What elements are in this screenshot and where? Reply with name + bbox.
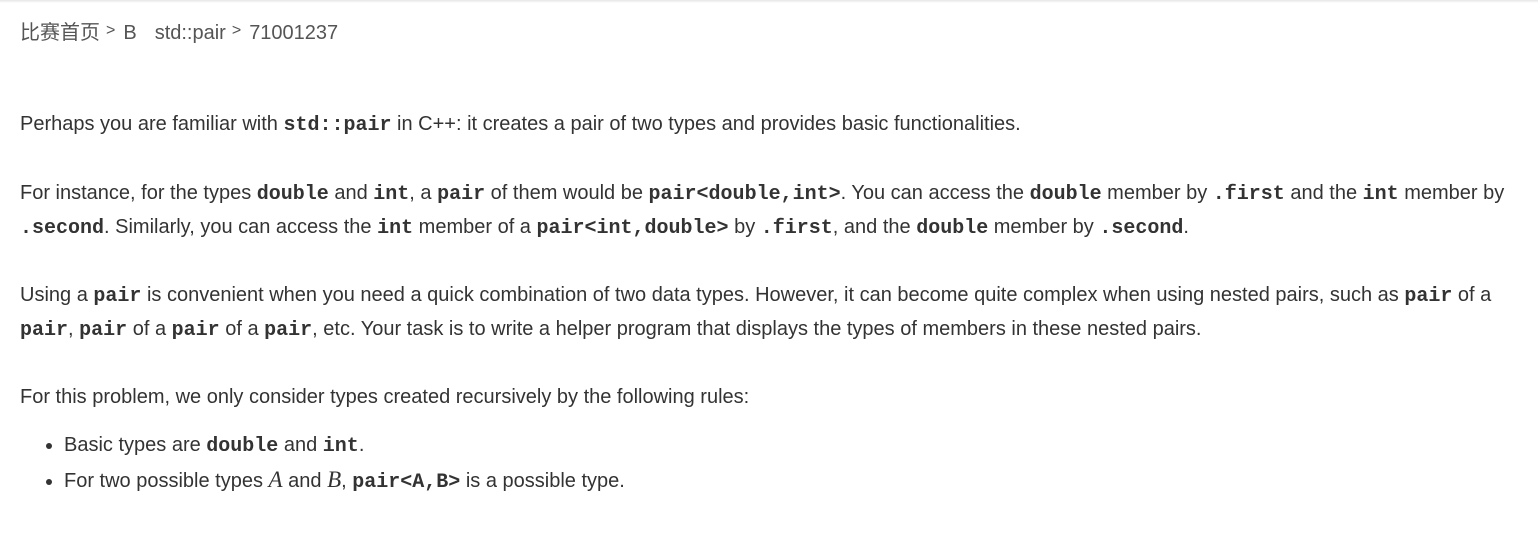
text: and [328, 182, 374, 204]
statement-paragraph-intro: Perhaps you are familiar with std::pair … [20, 108, 1510, 142]
text: . [358, 434, 365, 456]
breadcrumb-contest-home-link[interactable]: 比赛首页 [20, 16, 100, 45]
breadcrumb: 比赛首页 > Bstd::pair > 71001237 [20, 16, 338, 45]
text: Perhaps you are familiar with [20, 113, 284, 135]
text: and [278, 434, 323, 456]
text: . [1183, 216, 1189, 238]
statement-paragraph-instance: For instance, for the types double and i… [20, 177, 1510, 245]
math-variable-a: A [268, 467, 283, 492]
text: by [728, 216, 761, 238]
rule-item-pair-type: For two possible types A and B, pair<A,B… [64, 463, 1510, 499]
code-double: double [206, 435, 279, 458]
text: For instance, for the types [20, 182, 257, 204]
text: is convenient when you need a quick comb… [141, 284, 1405, 306]
breadcrumb-submission-id: 71001237 [249, 22, 339, 44]
rules-list: Basic types are double and int. For two … [20, 429, 1510, 499]
text: of a [1452, 284, 1492, 306]
code-int: int [377, 217, 414, 240]
code-second: .second [20, 217, 105, 240]
code-double: double [1029, 183, 1102, 206]
breadcrumb-separator: > [231, 22, 242, 39]
problem-letter: B [123, 22, 137, 44]
code-first: .first [1212, 183, 1285, 206]
problem-name: std::pair [154, 22, 226, 44]
code-pair: pair [79, 319, 128, 342]
text: , a [409, 182, 438, 204]
text: , etc. Your task is to write a helper pr… [312, 318, 1202, 340]
code-int: int [322, 435, 359, 458]
text: Basic types are [64, 434, 207, 456]
text: Using a [20, 284, 94, 306]
problem-statement: Perhaps you are familiar with std::pair … [20, 108, 1510, 499]
code-int: int [1362, 183, 1399, 206]
code-pair-a-b: pair<A,B> [352, 471, 461, 494]
text: and the [1284, 182, 1363, 204]
rule-item-basic-types: Basic types are double and int. [64, 429, 1510, 463]
text: , [341, 470, 353, 492]
text: member by [1101, 182, 1213, 204]
text: is a possible type. [460, 470, 625, 492]
statement-paragraph-nested: Using a pair is convenient when you need… [20, 279, 1510, 347]
text: and [282, 470, 328, 492]
text: , [68, 318, 80, 340]
code-pair: pair [171, 319, 220, 342]
code-pair: pair [437, 183, 486, 206]
top-shadow [0, 0, 1538, 3]
code-std-pair: std::pair [283, 114, 392, 137]
math-variable-b: B [327, 467, 342, 492]
code-pair-double-int: pair<double,int> [648, 183, 841, 206]
statement-paragraph-rules-intro: For this problem, we only consider types… [20, 386, 750, 408]
code-first: .first [760, 217, 833, 240]
code-second: .second [1099, 217, 1184, 240]
text: of them would be [485, 182, 649, 204]
code-int: int [373, 183, 410, 206]
text: member by [1398, 182, 1505, 204]
code-pair: pair [20, 319, 69, 342]
code-double: double [916, 217, 989, 240]
text: of a [127, 318, 172, 340]
text: member of a [413, 216, 537, 238]
text: member by [988, 216, 1100, 238]
text: in C++: it creates a pair of two types a… [391, 113, 1021, 135]
code-pair: pair [1404, 285, 1453, 308]
code-pair-int-double: pair<int,double> [536, 217, 729, 240]
code-pair: pair [264, 319, 313, 342]
text: , and the [832, 216, 917, 238]
breadcrumb-separator: > [106, 22, 116, 39]
text: For two possible types [64, 470, 269, 492]
breadcrumb-problem-link[interactable]: Bstd::pair [123, 22, 226, 45]
code-double: double [256, 183, 329, 206]
code-pair: pair [93, 285, 142, 308]
text: . You can access the [840, 182, 1030, 204]
text: of a [219, 318, 265, 340]
text: . Similarly, you can access the [104, 216, 378, 238]
